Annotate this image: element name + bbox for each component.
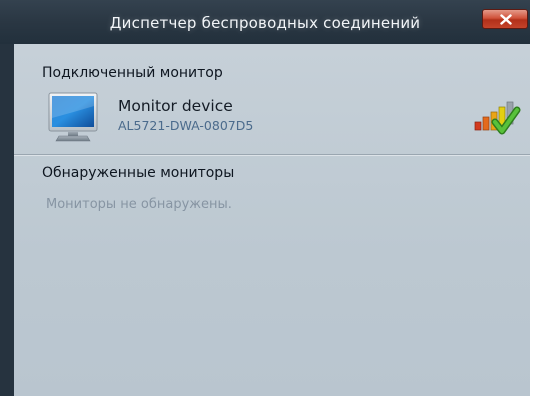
connected-device-name[interactable]: Monitor device [118,97,233,115]
wireless-connection-manager-window: Диспетчер беспроводных соединений Подклю… [0,0,530,396]
signal-strength-connected-icon [473,100,521,145]
connected-device-id: AL5721-DWA-0807D5 [118,118,254,133]
discovered-monitors-heading: Обнаруженные мониторы [42,165,235,181]
close-button[interactable] [482,9,528,29]
title-bar[interactable]: Диспетчер беспроводных соединений [0,0,530,44]
section-divider [14,154,530,156]
close-icon [500,14,512,25]
connected-monitor-heading: Подключенный монитор [42,65,223,81]
window-left-frame [0,44,14,396]
window-title: Диспетчер беспроводных соединений [109,14,421,32]
monitor-icon[interactable] [48,92,100,151]
no-monitors-message: Мониторы не обнаружены. [46,197,232,212]
